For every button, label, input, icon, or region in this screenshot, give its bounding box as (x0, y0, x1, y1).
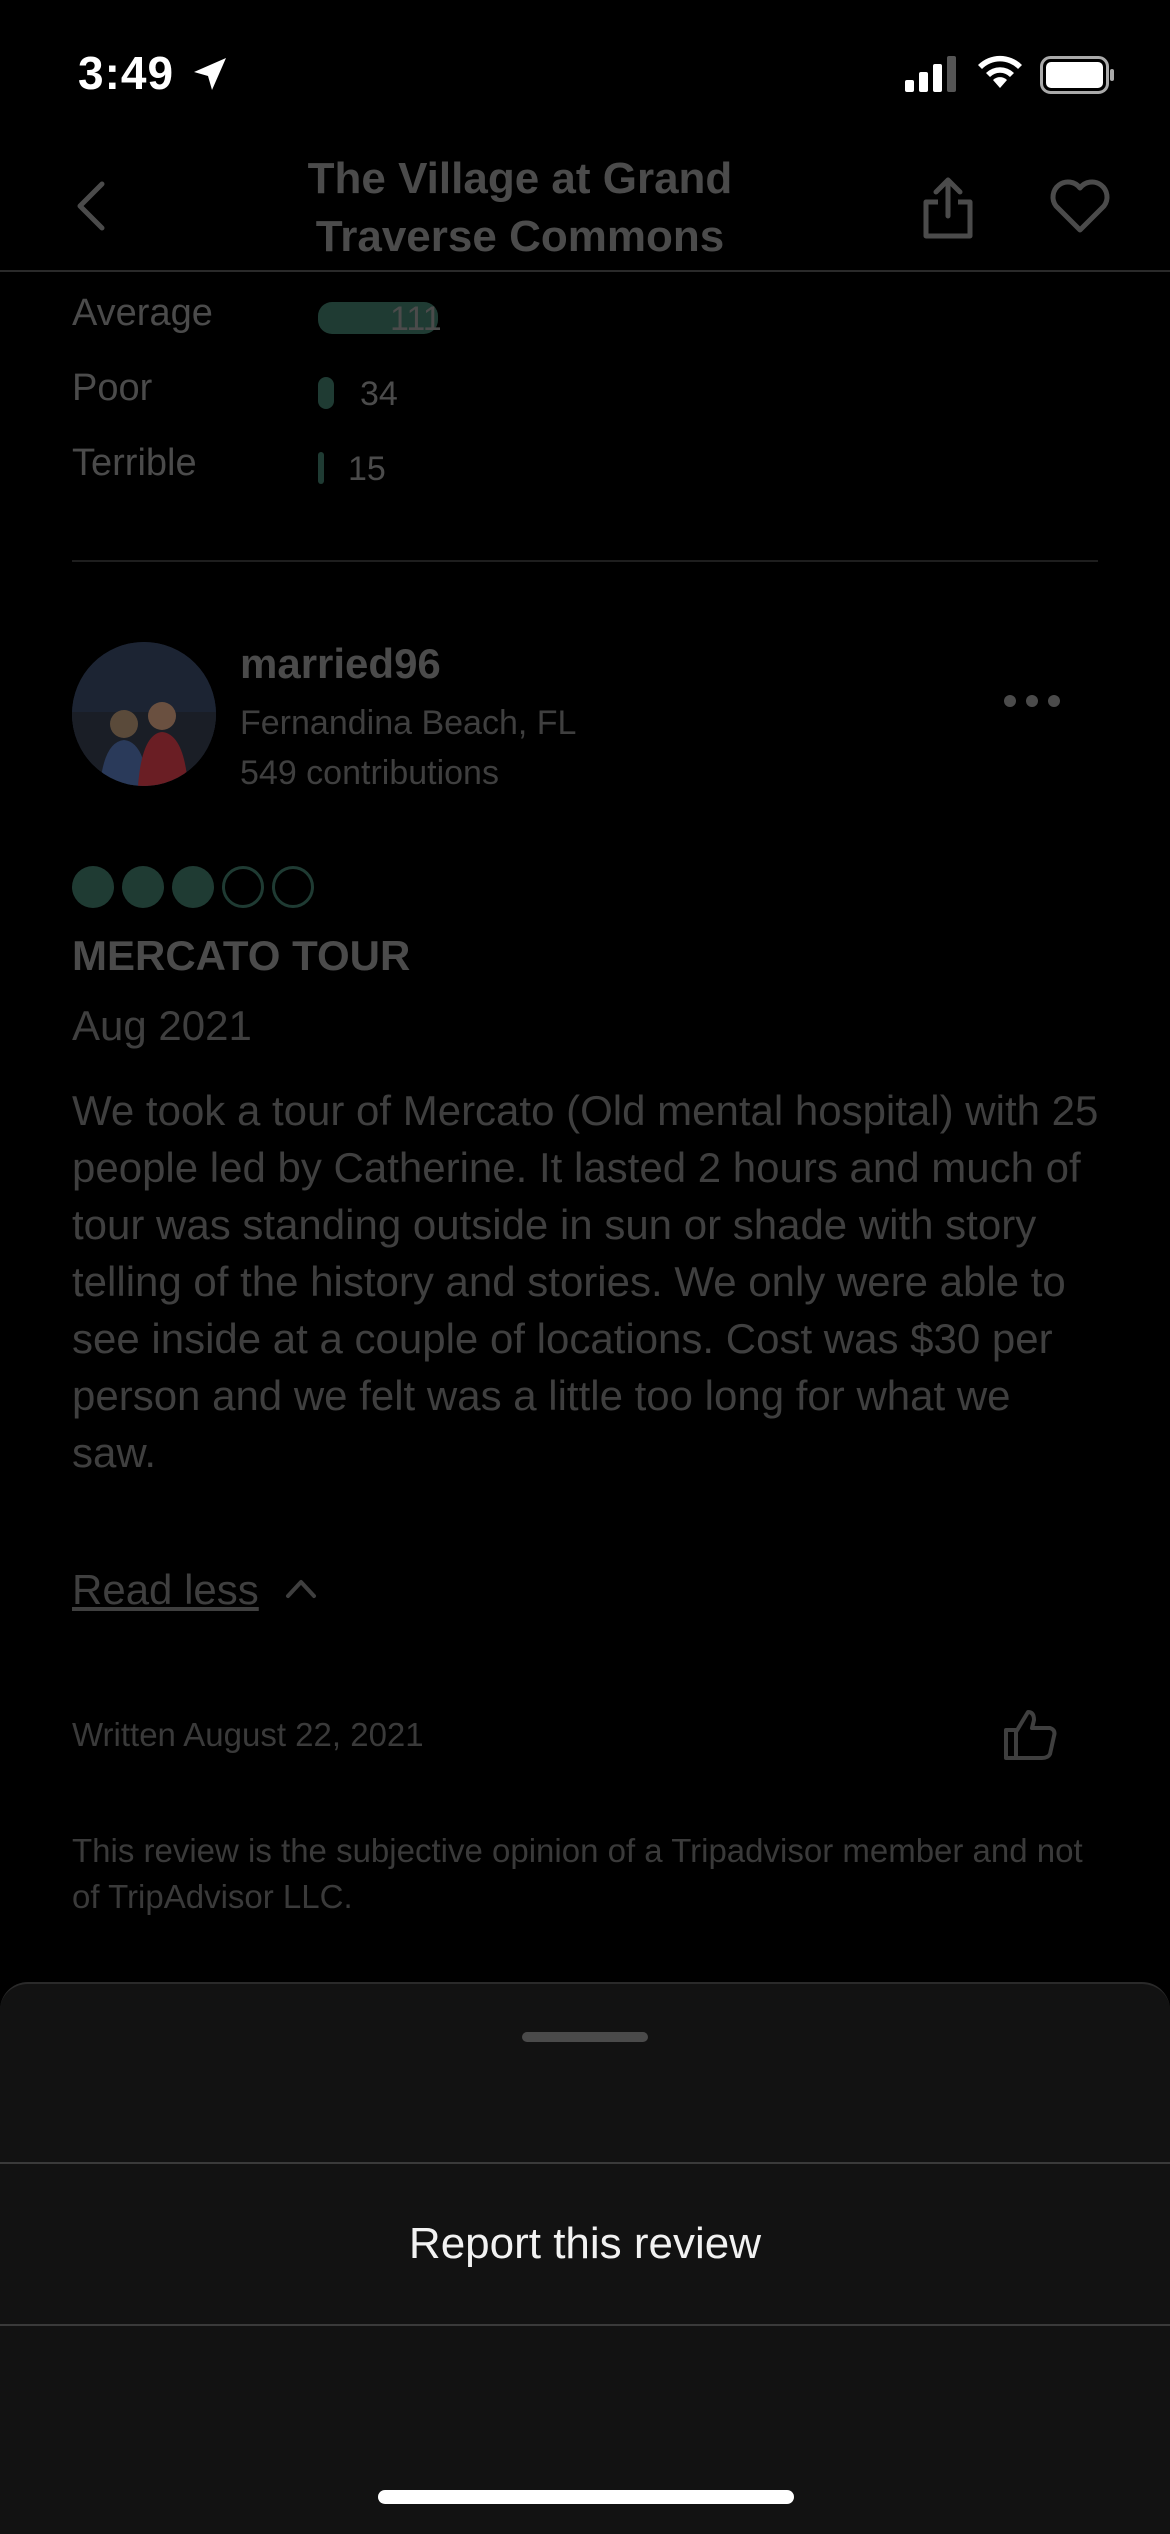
bubble-filled (72, 866, 114, 908)
section-divider (72, 560, 1098, 562)
read-less-link[interactable]: Read less (72, 1566, 259, 1614)
reviewer-location: Fernandina Beach, FL (240, 704, 577, 742)
page-title-line2: Traverse Commons (315, 212, 725, 261)
battery-icon (1040, 56, 1114, 94)
share-icon[interactable] (920, 176, 976, 240)
chevron-up-icon[interactable] (284, 1576, 318, 1600)
rating-count: 34 (360, 375, 398, 413)
review-date: Aug 2021 (72, 1002, 252, 1049)
rating-row-terrible: Terrible 15 (72, 442, 772, 492)
report-review-button[interactable]: Report this review (0, 2164, 1170, 2324)
rating-bar (318, 452, 324, 484)
location-arrow-icon (194, 58, 226, 90)
bubble-empty (272, 866, 314, 908)
avatar[interactable] (72, 642, 216, 786)
rating-row-average: Average 111 (72, 292, 772, 342)
heart-icon[interactable] (1048, 178, 1112, 234)
signal-icon (905, 56, 956, 92)
written-date: Written August 22, 2021 (72, 1716, 424, 1753)
rating-row-poor: Poor 34 (72, 367, 772, 417)
review-title: MERCATO TOUR (72, 932, 411, 979)
reviewer-contributions: 549 contributions (240, 754, 499, 792)
bubble-rating (72, 866, 322, 913)
rating-bar (318, 377, 334, 409)
review-body: We took a tour of Mercato (Old mental ho… (72, 1087, 1099, 1476)
status-time: 3:49 (78, 47, 175, 99)
avatar-image (72, 642, 216, 786)
page-title-line1: The Village at Grand (307, 154, 733, 203)
rating-label: Average (72, 292, 213, 334)
thumbs-up-icon[interactable] (1002, 1706, 1058, 1762)
wifi-icon (978, 55, 1022, 88)
sheet-divider (0, 2324, 1170, 2326)
rating-label: Terrible (72, 442, 197, 484)
rating-label: Poor (72, 367, 153, 409)
bubble-filled (122, 866, 164, 908)
rating-count: 111 (390, 300, 442, 338)
home-indicator[interactable] (378, 2490, 794, 2504)
bubble-filled (172, 866, 214, 908)
bubble-empty (222, 866, 264, 908)
back-chevron-icon[interactable] (70, 176, 110, 236)
sheet-drag-handle[interactable] (522, 2032, 648, 2042)
reviewer-name[interactable]: married96 (240, 640, 441, 688)
review-disclaimer: This review is the subjective opinion of… (72, 1832, 1083, 1915)
rating-count: 15 (348, 450, 386, 488)
more-icon[interactable] (1000, 686, 1064, 716)
page-title: The Village at Grand Traverse Commons (260, 150, 780, 266)
